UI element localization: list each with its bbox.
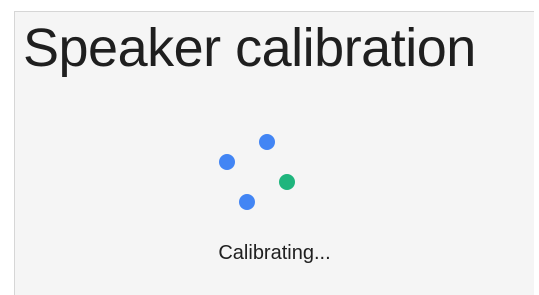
page-title: Speaker calibration xyxy=(23,18,476,78)
status-text: Calibrating... xyxy=(218,242,331,264)
progress-dot xyxy=(279,174,295,190)
progress-dot xyxy=(239,194,255,210)
progress-dot xyxy=(259,134,275,150)
calibration-screen: Speaker calibration Calibrating... xyxy=(14,11,534,295)
calibration-progress-dots-icon xyxy=(215,132,295,212)
progress-dot xyxy=(219,154,235,170)
